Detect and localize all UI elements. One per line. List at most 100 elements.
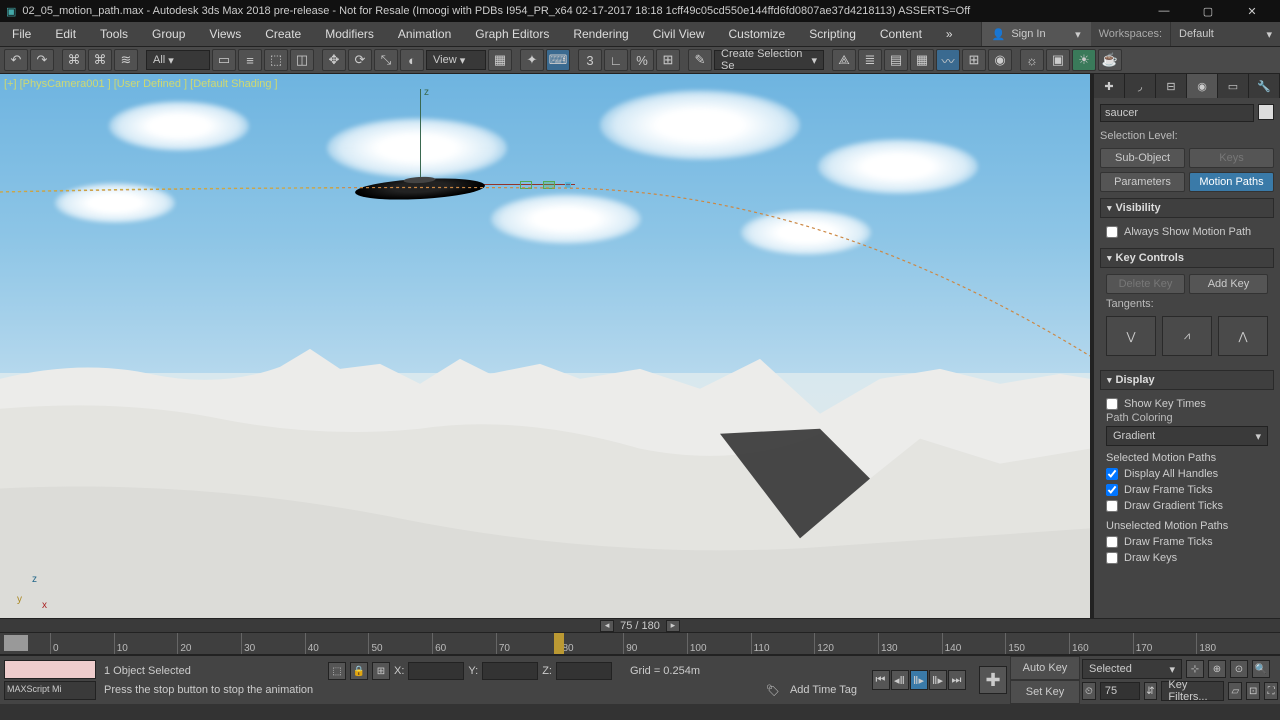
- schematic-button[interactable]: ⊞: [962, 49, 986, 71]
- always-show-check[interactable]: Always Show Motion Path: [1106, 224, 1268, 240]
- undo-button[interactable]: ↶: [4, 49, 28, 71]
- keymode-button[interactable]: ✚: [979, 666, 1007, 694]
- menu-scripting[interactable]: Scripting: [797, 22, 868, 46]
- playhead[interactable]: [554, 633, 564, 654]
- parameters-button[interactable]: Parameters: [1100, 172, 1185, 192]
- key-filters-button[interactable]: Key Filters...: [1161, 681, 1224, 701]
- play-button[interactable]: Ⅱ▸: [910, 670, 928, 690]
- render-preset-button[interactable]: ☕: [1098, 49, 1122, 71]
- rollout-visibility[interactable]: Visibility: [1100, 198, 1274, 218]
- manipulate-button[interactable]: ✦: [520, 49, 544, 71]
- color-swatch[interactable]: [1258, 104, 1274, 120]
- lock-selection-button[interactable]: ⬚: [328, 662, 346, 680]
- curve-editor-button[interactable]: 〰: [936, 49, 960, 71]
- tag-icon[interactable]: 🏷: [766, 684, 780, 697]
- keys-button[interactable]: Keys: [1189, 148, 1274, 168]
- select-object-button[interactable]: ▭: [212, 49, 236, 71]
- keymode-select[interactable]: Selected▾: [1082, 659, 1182, 679]
- nav-pan-button[interactable]: ⊹: [1186, 660, 1204, 678]
- motion-paths-button[interactable]: Motion Paths: [1189, 172, 1274, 192]
- goto-end-button[interactable]: ⏭: [948, 670, 966, 690]
- x-input[interactable]: [408, 662, 464, 680]
- set-key-button[interactable]: Set Key: [1010, 680, 1080, 704]
- menu-customize[interactable]: Customize: [717, 22, 798, 46]
- maxscript-mini[interactable]: MAXScript Mi: [4, 681, 96, 700]
- draw-gradientticks-check[interactable]: Draw Gradient Ticks: [1106, 498, 1268, 514]
- render-button[interactable]: ☀: [1072, 49, 1096, 71]
- menu-content[interactable]: Content: [868, 22, 934, 46]
- nav-walk-button[interactable]: ⊡: [1246, 682, 1260, 700]
- keyboard-shortcut-button[interactable]: ⌨: [546, 49, 570, 71]
- prompt-color-box[interactable]: [4, 660, 96, 679]
- timeline-prompt-icon[interactable]: [4, 635, 28, 651]
- current-frame-input[interactable]: 75: [1100, 682, 1140, 700]
- u-draw-keys-check[interactable]: Draw Keys: [1106, 550, 1268, 566]
- menu-civilview[interactable]: Civil View: [641, 22, 717, 46]
- placement-button[interactable]: ◐: [400, 49, 424, 71]
- move-button[interactable]: ✥: [322, 49, 346, 71]
- nav-max-button[interactable]: ⛶: [1264, 682, 1278, 700]
- nav-fov-button[interactable]: ▱: [1228, 682, 1242, 700]
- path-coloring-select[interactable]: Gradient▾: [1106, 426, 1268, 446]
- menu-overflow[interactable]: »: [934, 22, 965, 46]
- render-frame-button[interactable]: ▣: [1046, 49, 1070, 71]
- pivot-button[interactable]: ▦: [488, 49, 512, 71]
- workspace-select[interactable]: Default ▾: [1170, 22, 1280, 46]
- close-button[interactable]: ✕: [1230, 0, 1274, 22]
- nav-orbit-button[interactable]: ⊕: [1208, 660, 1226, 678]
- track-bar[interactable]: ◂ 75 / 180 ▸: [0, 618, 1280, 632]
- display-handles-check[interactable]: Display All Handles: [1106, 466, 1268, 482]
- nav-zoom-button[interactable]: 🔍: [1252, 660, 1270, 678]
- rotate-button[interactable]: ⟳: [348, 49, 372, 71]
- material-editor-button[interactable]: ◉: [988, 49, 1012, 71]
- menu-rendering[interactable]: Rendering: [561, 22, 640, 46]
- next-frame-button[interactable]: Ⅱ▸: [929, 670, 947, 690]
- isolate-button[interactable]: ⊞: [372, 662, 390, 680]
- show-keytimes-check[interactable]: Show Key Times: [1106, 396, 1268, 412]
- subobject-button[interactable]: Sub-Object: [1100, 148, 1185, 168]
- tab-utilities[interactable]: 🔧: [1249, 74, 1280, 98]
- z-input[interactable]: [556, 662, 612, 680]
- select-window-button[interactable]: ◫: [290, 49, 314, 71]
- tangent-both-button[interactable]: ⩘: [1162, 316, 1212, 356]
- refcoord-select[interactable]: View ▾: [426, 50, 486, 70]
- menu-file[interactable]: File: [0, 22, 43, 46]
- signin-button[interactable]: 👤 Sign In ▾: [981, 22, 1091, 46]
- nav-dolly-button[interactable]: ⊙: [1230, 660, 1248, 678]
- mirror-button[interactable]: ⟁: [832, 49, 856, 71]
- named-selset-edit-button[interactable]: ✎: [688, 49, 712, 71]
- add-key-button[interactable]: Add Key: [1189, 274, 1268, 294]
- rollout-display[interactable]: Display: [1100, 370, 1274, 390]
- tab-modify[interactable]: ◞: [1125, 74, 1156, 98]
- menu-edit[interactable]: Edit: [43, 22, 88, 46]
- spinner-button[interactable]: ⇵: [1144, 682, 1158, 700]
- redo-button[interactable]: ↷: [30, 49, 54, 71]
- maximize-button[interactable]: ▢: [1186, 0, 1230, 22]
- u-draw-frameticks-check[interactable]: Draw Frame Ticks: [1106, 534, 1268, 550]
- menu-modifiers[interactable]: Modifiers: [313, 22, 386, 46]
- snap-toggle-button[interactable]: 3: [578, 49, 602, 71]
- tab-motion[interactable]: ◉: [1187, 74, 1218, 98]
- draw-frameticks-check[interactable]: Draw Frame Ticks: [1106, 482, 1268, 498]
- link-button[interactable]: ⌘: [62, 49, 86, 71]
- delete-key-button[interactable]: Delete Key: [1106, 274, 1185, 294]
- menu-create[interactable]: Create: [253, 22, 313, 46]
- lock-button[interactable]: 🔒: [350, 662, 368, 680]
- menu-grapheditors[interactable]: Graph Editors: [463, 22, 561, 46]
- prev-frame-button[interactable]: ◂Ⅱ: [891, 670, 909, 690]
- unlink-button[interactable]: ⌘: [88, 49, 112, 71]
- menu-animation[interactable]: Animation: [386, 22, 463, 46]
- spinner-snap-button[interactable]: ⊞: [656, 49, 680, 71]
- select-rect-button[interactable]: ⬚: [264, 49, 288, 71]
- render-setup-button[interactable]: ☼: [1020, 49, 1044, 71]
- select-name-button[interactable]: ≡: [238, 49, 262, 71]
- viewport-label[interactable]: [+] [PhysCamera001 ] [User Defined ] [De…: [4, 78, 278, 90]
- object-name-input[interactable]: [1100, 104, 1254, 122]
- tab-create[interactable]: ✚: [1094, 74, 1125, 98]
- ribbon-button[interactable]: ▦: [910, 49, 934, 71]
- track-right-button[interactable]: ▸: [666, 620, 680, 632]
- y-input[interactable]: [482, 662, 538, 680]
- add-time-tag[interactable]: Add Time Tag: [790, 684, 857, 697]
- scale-button[interactable]: ⤡: [374, 49, 398, 71]
- timeline[interactable]: 0 10 20 30 40 50 60 70 80 90 100 110 120…: [0, 632, 1280, 654]
